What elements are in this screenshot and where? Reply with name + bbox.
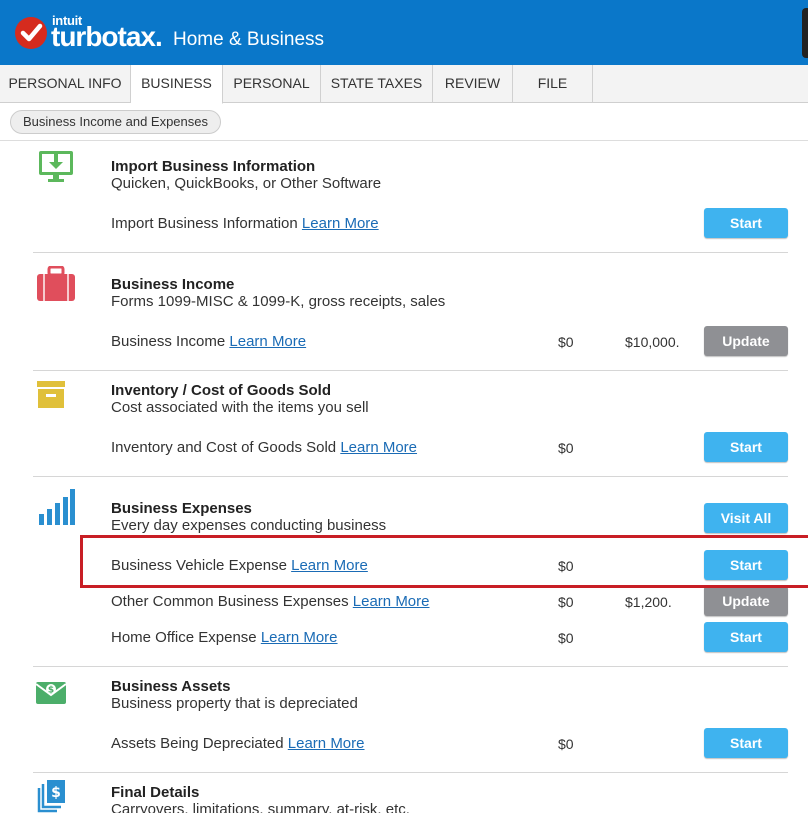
learn-more-link[interactable]: Learn More bbox=[229, 333, 306, 350]
section-divider bbox=[33, 666, 788, 667]
money-envelope-icon: $ bbox=[35, 678, 67, 711]
amount-prior: $0 bbox=[558, 440, 574, 456]
dollar-documents-icon: $ bbox=[37, 780, 67, 813]
amount-prior: $0 bbox=[558, 334, 574, 350]
bar-chart-icon bbox=[38, 488, 76, 531]
breadcrumb-divider bbox=[0, 140, 808, 141]
learn-more-link[interactable]: Learn More bbox=[288, 735, 365, 752]
section-title-final: Final Details bbox=[111, 784, 200, 801]
row-assets-being-depreciated: Assets Being Depreciated Learn More bbox=[111, 735, 365, 752]
section-subtitle-expenses: Every day expenses conducting business bbox=[111, 517, 387, 534]
row-home-office-expense: Home Office Expense Learn More bbox=[111, 629, 338, 646]
section-title-assets: Business Assets bbox=[111, 678, 231, 695]
import-start-button[interactable]: Start bbox=[704, 208, 788, 238]
row-label-text: Import Business Information bbox=[111, 215, 298, 232]
tab-file[interactable]: FILE bbox=[513, 65, 593, 103]
row-label-text: Assets Being Depreciated bbox=[111, 735, 284, 752]
section-divider bbox=[33, 476, 788, 477]
box-icon bbox=[36, 380, 66, 415]
learn-more-link[interactable]: Learn More bbox=[302, 215, 379, 232]
turbotax-check-logo-icon bbox=[15, 17, 47, 49]
section-title-inventory: Inventory / Cost of Goods Sold bbox=[111, 382, 332, 399]
window-edge bbox=[802, 8, 808, 58]
learn-more-link[interactable]: Learn More bbox=[353, 593, 430, 610]
amount-prior: $0 bbox=[558, 630, 574, 646]
section-divider bbox=[33, 370, 788, 371]
row-label-text: Other Common Business Expenses bbox=[111, 593, 349, 610]
app-header: intuit turbotax. Home & Business bbox=[0, 0, 808, 65]
brand-turbotax: turbotax. bbox=[51, 21, 163, 52]
section-divider bbox=[33, 252, 788, 253]
highlight-box bbox=[80, 535, 808, 588]
row-import-business-information: Import Business Information Learn More bbox=[111, 215, 379, 232]
learn-more-link[interactable]: Learn More bbox=[261, 629, 338, 646]
learn-more-link[interactable]: Learn More bbox=[340, 439, 417, 456]
download-monitor-icon bbox=[38, 148, 74, 189]
section-title-import: Import Business Information bbox=[111, 158, 316, 175]
row-business-income: Business Income Learn More bbox=[111, 333, 306, 350]
row-label-text: Business Income bbox=[111, 333, 226, 350]
svg-text:$: $ bbox=[48, 686, 54, 696]
main-tabs: PERSONAL INFO BUSINESS PERSONAL STATE TA… bbox=[0, 65, 808, 104]
section-divider bbox=[33, 772, 788, 773]
section-title-expenses: Business Expenses bbox=[111, 500, 252, 517]
row-label-text: Home Office Expense bbox=[111, 629, 257, 646]
section-title-income: Business Income bbox=[111, 276, 235, 293]
home-office-start-button[interactable]: Start bbox=[704, 622, 788, 652]
row-inventory-cogs: Inventory and Cost of Goods Sold Learn M… bbox=[111, 439, 417, 456]
other-expenses-update-button[interactable]: Update bbox=[704, 586, 788, 616]
section-subtitle-inventory: Cost associated with the items you sell bbox=[111, 399, 369, 416]
briefcase-icon bbox=[36, 265, 76, 307]
amount-prior: $0 bbox=[558, 736, 574, 752]
tab-personal-info[interactable]: PERSONAL INFO bbox=[0, 65, 131, 103]
amount-prior: $0 bbox=[558, 594, 574, 610]
assets-start-button[interactable]: Start bbox=[704, 728, 788, 758]
tab-state-taxes[interactable]: STATE TAXES bbox=[321, 65, 433, 103]
svg-text:$: $ bbox=[51, 785, 61, 801]
section-subtitle-import: Quicken, QuickBooks, or Other Software bbox=[111, 175, 382, 192]
amount-current: $10,000. bbox=[625, 334, 680, 350]
income-update-button[interactable]: Update bbox=[704, 326, 788, 356]
breadcrumb[interactable]: Business Income and Expenses bbox=[10, 110, 221, 134]
row-other-common-business-expenses: Other Common Business Expenses Learn Mor… bbox=[111, 593, 430, 610]
inventory-start-button[interactable]: Start bbox=[704, 432, 788, 462]
amount-current: $1,200. bbox=[625, 594, 672, 610]
tab-review[interactable]: REVIEW bbox=[433, 65, 513, 103]
section-subtitle-assets: Business property that is depreciated bbox=[111, 695, 358, 712]
expenses-visit-all-button[interactable]: Visit All bbox=[704, 503, 788, 533]
section-subtitle-final: Carryovers, limitations, summary, at-ris… bbox=[111, 801, 410, 813]
brand-product: Home & Business bbox=[173, 29, 325, 50]
tab-business[interactable]: BUSINESS bbox=[131, 65, 223, 104]
section-subtitle-income: Forms 1099-MISC & 1099-K, gross receipts… bbox=[111, 293, 446, 310]
tab-personal[interactable]: PERSONAL bbox=[223, 65, 321, 103]
row-label-text: Inventory and Cost of Goods Sold bbox=[111, 439, 337, 456]
